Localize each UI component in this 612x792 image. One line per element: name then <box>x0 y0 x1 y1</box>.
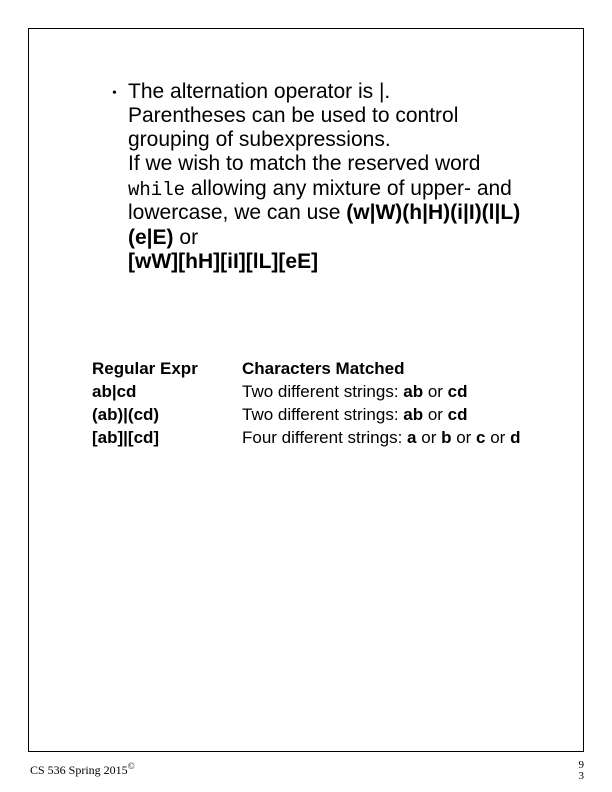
course-label: CS 536 Spring 2015 <box>30 763 128 777</box>
match-sep: or <box>417 428 442 447</box>
table-row: [ab]|[cd] <box>92 427 242 450</box>
table-row: Two different strings: ab or cd <box>242 381 552 404</box>
match-sep: or <box>486 428 511 447</box>
match-val: cd <box>448 382 468 401</box>
table-row: (ab)|(cd) <box>92 404 242 427</box>
match-sep: or <box>423 382 448 401</box>
line3c: or <box>174 226 199 249</box>
reserved-word: while <box>128 179 185 201</box>
bullet-marker: • <box>112 86 117 102</box>
bullet-text: The alternation operator is |. Parenthes… <box>128 80 542 274</box>
match-val: c <box>476 428 485 447</box>
main-content: • The alternation operator is |. Parenth… <box>128 80 542 274</box>
copyright-icon: © <box>128 761 135 771</box>
table-col-match: Characters Matched Two different strings… <box>242 358 552 450</box>
header-match: Characters Matched <box>242 358 552 381</box>
table-row: Two different strings: ab or cd <box>242 404 552 427</box>
match-val: ab <box>403 382 423 401</box>
bullet-item: • The alternation operator is |. Parenth… <box>128 80 542 274</box>
footer-right: 9 3 <box>579 760 585 782</box>
line3a: If we wish to match the reserved word <box>128 152 480 175</box>
page-num-2: 3 <box>579 771 585 782</box>
line2: Parentheses can be used to control group… <box>128 104 458 151</box>
footer-left: CS 536 Spring 2015© <box>30 761 135 778</box>
match-val: ab <box>403 405 423 424</box>
match-prefix: Two different strings: <box>242 405 403 424</box>
match-prefix: Two different strings: <box>242 382 403 401</box>
regex-table: Regular Expr ab|cd (ab)|(cd) [ab]|[cd] C… <box>92 358 552 450</box>
match-sep: or <box>451 428 476 447</box>
table-row: Four different strings: a or b or c or d <box>242 427 552 450</box>
header-expr: Regular Expr <box>92 358 242 381</box>
pattern2: [wW][hH][iI][lL][eE] <box>128 250 318 273</box>
line1: The alternation operator is |. <box>128 80 390 103</box>
match-val: cd <box>448 405 468 424</box>
match-val: a <box>407 428 416 447</box>
match-val: d <box>510 428 520 447</box>
table-col-expr: Regular Expr ab|cd (ab)|(cd) [ab]|[cd] <box>92 358 242 450</box>
match-sep: or <box>423 405 448 424</box>
match-val: b <box>441 428 451 447</box>
match-prefix: Four different strings: <box>242 428 407 447</box>
table-row: ab|cd <box>92 381 242 404</box>
